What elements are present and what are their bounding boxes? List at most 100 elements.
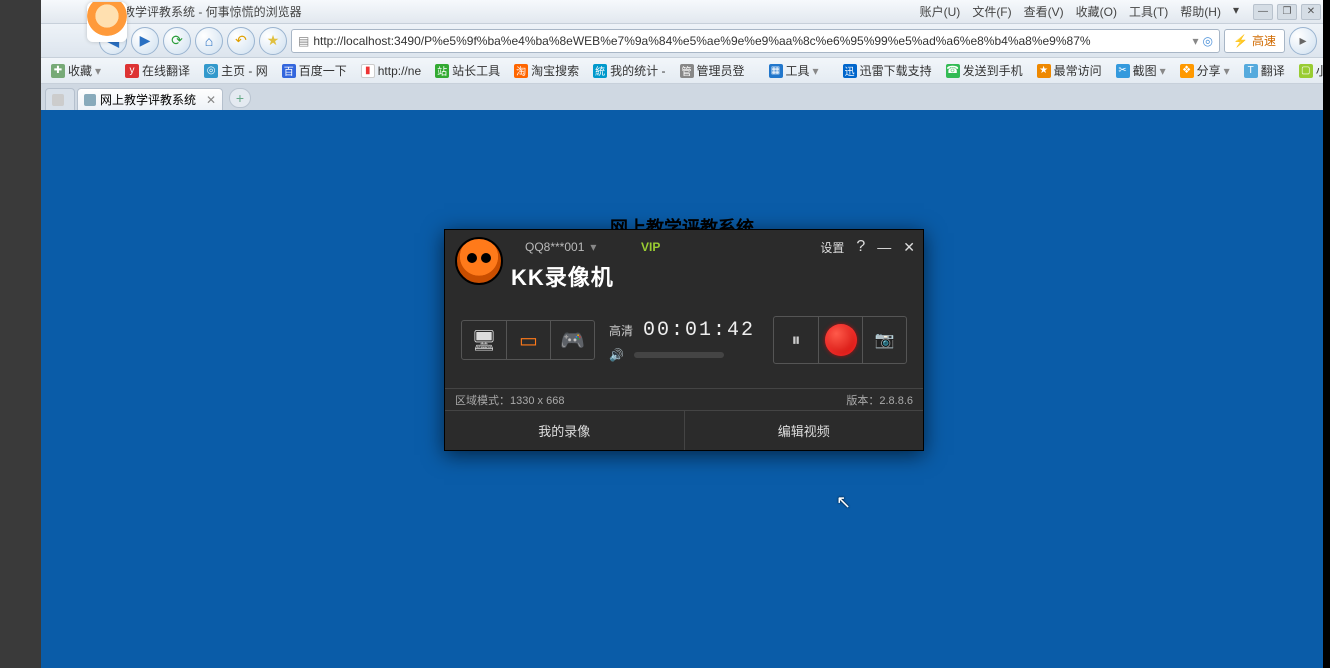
kk-timer: 00:01:42 xyxy=(643,319,755,342)
bookmark-share[interactable]: ❖分享▾ xyxy=(1176,62,1234,79)
lightning-icon: ⚡ xyxy=(1233,34,1248,48)
bookmark-thunder[interactable]: 迅迅雷下载支持 xyxy=(839,62,936,79)
window-title: 网上教学评教系统 - 何事惊慌的浏览器 xyxy=(99,3,916,20)
bookmark-addfav[interactable]: ✚收藏▾ xyxy=(47,62,105,79)
undo-button[interactable]: ↶ xyxy=(227,27,255,55)
pause-icon: ⏸ xyxy=(792,330,801,351)
kk-close-button[interactable]: ✕ xyxy=(903,239,915,256)
home-icon: ⌂ xyxy=(205,33,213,49)
kk-quality-block: 高清 00:01:42 🔊 xyxy=(609,319,755,362)
kk-user-chevron-icon: ▾ xyxy=(590,240,596,254)
bookmark-screenshot[interactable]: ✂截图▾ xyxy=(1112,62,1170,79)
new-tab-button[interactable]: + xyxy=(229,88,251,108)
kk-mode-group: 🖥 ▭ 🎮 xyxy=(461,320,595,360)
gamepad-icon: 🎮 xyxy=(560,328,585,353)
speed-label: 高速 xyxy=(1252,32,1276,49)
tab-close-icon[interactable]: ✕ xyxy=(206,93,216,107)
undo-icon: ↶ xyxy=(235,32,247,49)
window-close-button[interactable]: ✕ xyxy=(1301,4,1321,20)
kk-record-group: ⏸ 📷 xyxy=(773,316,907,364)
window-minimize-button[interactable]: — xyxy=(1253,4,1273,20)
blank-tab-icon xyxy=(52,94,64,106)
record-icon xyxy=(825,324,857,356)
kk-titlebar[interactable]: QQ8***001 ▾ VIP KK录像机 设置 ? — ✕ xyxy=(445,230,923,292)
forward-button[interactable]: ▶ xyxy=(131,27,159,55)
left-gutter xyxy=(0,0,41,668)
more-icon: ▸ xyxy=(1299,32,1306,49)
home-button[interactable]: ⌂ xyxy=(195,27,223,55)
camera-icon: 📷 xyxy=(875,330,895,350)
user-avatar[interactable] xyxy=(87,2,127,42)
tab-strip: 网上教学评教系统 ✕ + xyxy=(41,84,1323,110)
menu-dropdown-icon[interactable]: ▾ xyxy=(1229,1,1243,22)
kk-version-label: 版本：2.8.8.6 xyxy=(846,392,913,408)
kk-minimize-button[interactable]: — xyxy=(877,239,891,255)
bookmark-freq[interactable]: ★最常访问 xyxy=(1033,62,1106,79)
kk-bottom-buttons: 我的录像 编辑视频 xyxy=(445,410,923,450)
overflow-button[interactable]: ▸ xyxy=(1289,27,1317,55)
menu-view[interactable]: 查看(V) xyxy=(1020,1,1068,22)
bookmark-translate[interactable]: T翻译 xyxy=(1240,62,1289,79)
kk-volume-slider[interactable] xyxy=(634,352,724,358)
compat-icon[interactable]: ◎ xyxy=(1203,34,1213,48)
bookmark-stats[interactable]: 統我的统计 - xyxy=(589,62,669,79)
star-icon: ★ xyxy=(267,32,280,49)
address-bar[interactable]: ▤ http://localhost:3490/P%e5%9f%ba%e4%ba… xyxy=(291,29,1220,53)
tab-active[interactable]: 网上教学评教系统 ✕ xyxy=(77,88,223,110)
kk-status-bar: 区域模式：1330 x 668 版本：2.8.8.6 xyxy=(445,388,923,410)
forward-icon: ▶ xyxy=(140,32,151,49)
kk-edit-video-button[interactable]: 编辑视频 xyxy=(684,411,924,450)
reload-icon: ⟳ xyxy=(171,32,183,49)
menu-fav[interactable]: 收藏(O) xyxy=(1072,1,1121,22)
speed-mode-button[interactable]: ⚡ 高速 xyxy=(1224,29,1285,53)
window-maximize-button[interactable]: ❐ xyxy=(1277,4,1297,20)
bookmark-bar: ✚收藏▾ y在线翻译 ◎主页 - 网 百百度一下 ▮http://ne 站站长工… xyxy=(41,58,1323,84)
kk-quality-label[interactable]: 高清 xyxy=(609,322,633,339)
bookmark-home[interactable]: ◎主页 - 网 xyxy=(200,62,272,79)
kk-region-mode-label: 区域模式：1330 x 668 xyxy=(455,392,564,408)
menu-file[interactable]: 文件(F) xyxy=(968,1,1015,22)
kk-mode-game[interactable]: 🎮 xyxy=(550,321,594,359)
region-icon: ▭ xyxy=(519,328,538,353)
url-text: http://localhost:3490/P%e5%9f%ba%e4%ba%8… xyxy=(313,34,1192,48)
bookmark-miniwin[interactable]: ▢小号窗口 xyxy=(1295,62,1323,79)
kk-recorder-window: QQ8***001 ▾ VIP KK录像机 设置 ? — ✕ 🖥 ▭ 🎮 高清 … xyxy=(444,229,924,451)
site-icon: ▤ xyxy=(298,34,309,48)
title-bar: 网上教学评教系统 - 何事惊慌的浏览器 账户(U) 文件(F) 查看(V) 收藏… xyxy=(41,0,1323,24)
menu-tools[interactable]: 工具(T) xyxy=(1125,1,1172,22)
bookmark-toolbox[interactable]: ▦工具▾ xyxy=(765,62,823,79)
kk-settings-button[interactable]: 设置 xyxy=(820,239,844,256)
menu-bar: 账户(U) 文件(F) 查看(V) 收藏(O) 工具(T) 帮助(H) ▾ xyxy=(916,1,1243,22)
kk-help-button[interactable]: ? xyxy=(856,238,865,256)
kk-pause-button[interactable]: ⏸ xyxy=(774,317,818,363)
kk-record-button[interactable] xyxy=(818,317,862,363)
kk-brand-label: KK录像机 xyxy=(511,260,614,292)
kk-mode-region[interactable]: ▭ xyxy=(506,321,550,359)
addr-dropdown-icon[interactable]: ▾ xyxy=(1193,34,1199,48)
nav-toolbar: ◀ ▶ ⟳ ⌂ ↶ ★ ▤ http://localhost:3490/P%e5… xyxy=(41,24,1323,58)
kk-controls-row: 🖥 ▭ 🎮 高清 00:01:42 🔊 ⏸ 📷 xyxy=(445,292,923,388)
kk-user-label: QQ8***001 xyxy=(525,240,584,254)
reload-button[interactable]: ⟳ xyxy=(163,27,191,55)
kk-mode-fullscreen[interactable]: 🖥 xyxy=(462,321,506,359)
bookmark-httpne[interactable]: ▮http://ne xyxy=(357,64,425,78)
favorite-button[interactable]: ★ xyxy=(259,27,287,55)
bookmark-translate-online[interactable]: y在线翻译 xyxy=(121,62,194,79)
kk-logo-icon xyxy=(455,237,503,285)
bookmark-baidu[interactable]: 百百度一下 xyxy=(278,62,351,79)
kk-vip-badge: VIP xyxy=(641,240,660,254)
kk-snapshot-button[interactable]: 📷 xyxy=(862,317,906,363)
monitor-icon: 🖥 xyxy=(471,328,496,353)
speaker-icon[interactable]: 🔊 xyxy=(609,348,624,362)
bookmark-sitetools[interactable]: 站站长工具 xyxy=(431,62,504,79)
bookmark-taobao[interactable]: 淘淘宝搜索 xyxy=(510,62,583,79)
tab-blank[interactable] xyxy=(45,88,75,110)
tab-favicon xyxy=(84,94,96,106)
menu-help[interactable]: 帮助(H) xyxy=(1176,1,1225,22)
kk-user-dropdown[interactable]: QQ8***001 ▾ xyxy=(525,240,596,254)
kk-my-recordings-button[interactable]: 我的录像 xyxy=(445,411,684,450)
menu-account[interactable]: 账户(U) xyxy=(916,1,965,22)
bookmark-sendphone[interactable]: ☎发送到手机 xyxy=(942,62,1027,79)
bookmark-admin[interactable]: 管管理员登 xyxy=(676,62,749,79)
tab-label: 网上教学评教系统 xyxy=(100,91,196,108)
